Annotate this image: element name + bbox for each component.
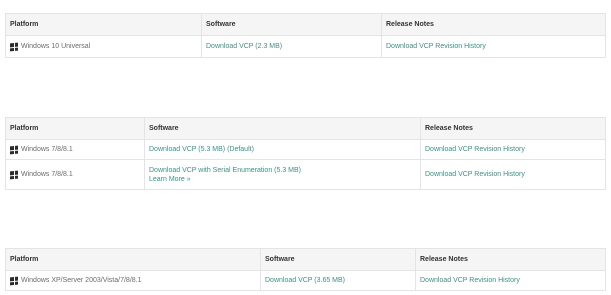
download-vcp-link[interactable]: Download VCP (2.3 MB) — [206, 42, 377, 51]
table-row: Windows 10 Universal Download VCP (2.3 M… — [6, 35, 605, 57]
platform-label: Windows 7/8/8.1 — [21, 146, 73, 153]
windows-logo-icon — [10, 42, 18, 51]
download-vcp-link[interactable]: Download VCP (3.65 MB) — [265, 276, 411, 285]
windows-logo-icon — [10, 145, 18, 154]
downloads-table-windows-xp: Platform Software Release Notes Windows … — [5, 248, 606, 291]
release-notes-cell: Download VCP Revision History — [420, 160, 605, 189]
header-software: Software — [144, 118, 420, 139]
table-header: Platform Software Release Notes — [6, 249, 605, 270]
table-row: Windows 7/8/8.1 Download VCP (5.3 MB) (D… — [6, 139, 605, 159]
release-notes-cell: Download VCP Revision History — [381, 36, 605, 57]
release-notes-cell: Download VCP Revision History — [415, 271, 605, 290]
revision-history-link[interactable]: Download VCP Revision History — [425, 170, 601, 179]
software-cell: Download VCP with Serial Enumeration (5.… — [144, 160, 420, 189]
downloads-table-windows-10: Platform Software Release Notes Windows … — [5, 13, 606, 58]
release-notes-cell: Download VCP Revision History — [420, 140, 605, 159]
windows-logo-icon — [10, 276, 18, 285]
downloads-table-windows-7-8: Platform Software Release Notes Windows … — [5, 117, 606, 190]
header-release-notes: Release Notes — [415, 249, 605, 270]
platform-cell: Windows 7/8/8.1 — [6, 160, 144, 189]
platform-label: Windows 7/8/8.1 — [21, 171, 73, 178]
header-platform: Platform — [10, 21, 39, 28]
software-cell: Download VCP (3.65 MB) — [260, 271, 415, 290]
header-release-notes: Release Notes — [420, 118, 605, 139]
table-header: Platform Software Release Notes — [6, 118, 605, 139]
table-header: Platform Software Release Notes — [6, 14, 605, 35]
table-row: Windows 7/8/8.1 Download VCP with Serial… — [6, 159, 605, 189]
learn-more-link[interactable]: Learn More » — [149, 175, 416, 184]
header-platform: Platform — [10, 125, 39, 132]
platform-cell: Windows XP/Server 2003/Vista/7/8/8.1 — [6, 271, 260, 290]
revision-history-link[interactable]: Download VCP Revision History — [386, 42, 601, 51]
platform-label: Windows 10 Universal — [21, 43, 91, 50]
revision-history-link[interactable]: Download VCP Revision History — [420, 276, 601, 285]
header-software: Software — [260, 249, 415, 270]
software-cell: Download VCP (2.3 MB) — [201, 36, 381, 57]
header-platform: Platform — [10, 256, 39, 263]
download-vcp-default-link[interactable]: Download VCP (5.3 MB) (Default) — [149, 145, 416, 154]
platform-cell: Windows 10 Universal — [6, 36, 201, 57]
software-cell: Download VCP (5.3 MB) (Default) — [144, 140, 420, 159]
table-row: Windows XP/Server 2003/Vista/7/8/8.1 Dow… — [6, 270, 605, 290]
header-release-notes: Release Notes — [381, 14, 605, 35]
platform-label: Windows XP/Server 2003/Vista/7/8/8.1 — [21, 277, 142, 284]
revision-history-link[interactable]: Download VCP Revision History — [425, 145, 601, 154]
download-vcp-serial-enumeration-link[interactable]: Download VCP with Serial Enumeration (5.… — [149, 166, 416, 175]
platform-cell: Windows 7/8/8.1 — [6, 140, 144, 159]
windows-logo-icon — [10, 170, 18, 179]
header-software: Software — [201, 14, 381, 35]
